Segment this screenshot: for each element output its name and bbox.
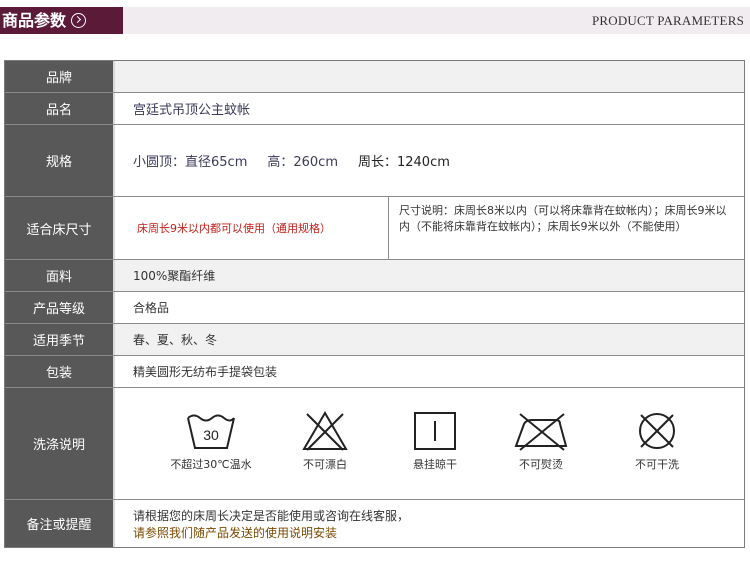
wash-30-icon: 30 (187, 414, 235, 449)
section-header: 商品参数 PRODUCT PARAMETERS (0, 7, 750, 34)
section-title-text: 商品参数 (2, 11, 67, 30)
table-row-remark: 备注或提醒 请根据您的床周长决定是否能使用或咨询在线客服， 请参照我们随产品发送… (5, 500, 744, 547)
care-label: 不可干洗 (635, 458, 679, 471)
row-label: 适用季节 (5, 324, 115, 355)
care-label: 不可熨烫 (519, 458, 563, 471)
spec-perimeter: 周长：1240cm (357, 155, 450, 170)
hang-dry-icon (414, 412, 456, 450)
spec-diameter: 小圆顶：直径65cm (133, 155, 248, 170)
table-row-name: 品名 宫廷式吊顶公主蚊帐 (5, 93, 744, 125)
row-label: 备注或提醒 (5, 500, 115, 547)
product-name-value: 宫廷式吊顶公主蚊帐 (115, 93, 744, 124)
no-dry-clean-icon (639, 413, 675, 449)
care-label: 不超过30℃温水 (170, 458, 252, 471)
care-label: 悬挂晾干 (413, 458, 457, 471)
bed-size-explanation: 尺寸说明：床周长8米以内（可以将床靠背在蚊帐内）；床周长9米以内（不能将床靠背在… (399, 204, 727, 233)
care-item-no-iron: 不可熨烫 (491, 410, 591, 472)
row-label: 面料 (5, 260, 115, 291)
remark-value: 请根据您的床周长决定是否能使用或咨询在线客服， 请参照我们随产品发送的使用说明安… (115, 500, 744, 547)
parameters-table: 品牌 品名 宫廷式吊顶公主蚊帐 规格 小圆顶：直径65cm 高：260cm 周长… (4, 60, 745, 548)
care-label: 不可漂白 (303, 458, 347, 471)
wash-instructions: 30 不超过30℃温水 不可漂白 悬挂晾干 不可熨烫 不可干洗 (115, 388, 744, 499)
row-label: 适合床尺寸 (5, 197, 115, 259)
row-label: 产品等级 (5, 292, 115, 323)
care-item-no-dry-clean: 不可干洗 (607, 410, 707, 472)
table-row-season: 适用季节 春、夏、秋、冬 (5, 324, 744, 356)
table-row-spec: 规格 小圆顶：直径65cm 高：260cm 周长：1240cm (5, 125, 744, 197)
table-row-fabric: 面料 100%聚酯纤维 (5, 260, 744, 292)
section-subtitle: PRODUCT PARAMETERS (591, 13, 744, 28)
season-value: 春、夏、秋、冬 (115, 324, 744, 355)
spec-height: 高：260cm (267, 155, 338, 170)
bed-size-value: 床周长9米以内都可以使用（通用规格） 尺寸说明：床周长8米以内（可以将床靠背在蚊… (115, 197, 744, 259)
table-row-bed-size: 适合床尺寸 床周长9米以内都可以使用（通用规格） 尺寸说明：床周长8米以内（可以… (5, 197, 744, 260)
circle-arrow-icon (71, 13, 87, 28)
table-row-grade: 产品等级 合格品 (5, 292, 744, 324)
table-row-wash: 洗涤说明 30 不超过30℃温水 不可漂白 悬挂晾干 不可熨烫 不可干洗 (5, 388, 744, 500)
package-value: 精美圆形无纺布手提袋包装 (115, 356, 744, 387)
table-row-package: 包装 精美圆形无纺布手提袋包装 (5, 356, 744, 388)
wash-temp-number: 30 (203, 427, 219, 443)
remark-line-1: 请根据您的床周长决定是否能使用或咨询在线客服， (133, 509, 410, 523)
no-iron-icon (514, 413, 568, 451)
care-item-hang-dry: 悬挂晾干 (385, 410, 485, 472)
row-label: 包装 (5, 356, 115, 387)
remark-line-2: 请参照我们随产品发送的使用说明安装 (133, 526, 338, 540)
row-label: 规格 (5, 125, 115, 196)
grade-value: 合格品 (115, 292, 744, 323)
row-label: 品牌 (5, 61, 115, 92)
spec-value: 小圆顶：直径65cm 高：260cm 周长：1240cm (115, 125, 744, 196)
table-row-brand: 品牌 (5, 61, 744, 93)
brand-value (115, 61, 744, 92)
row-label: 品名 (5, 93, 115, 124)
fabric-value: 100%聚酯纤维 (115, 260, 744, 291)
row-label: 洗涤说明 (5, 388, 115, 499)
care-item-no-bleach: 不可漂白 (275, 410, 375, 472)
care-item-wash-30: 30 不超过30℃温水 (161, 410, 261, 472)
no-bleach-icon (302, 411, 348, 451)
bed-size-general: 床周长9米以内都可以使用（通用规格） (115, 197, 389, 259)
section-title: 商品参数 (0, 7, 123, 34)
product-name-text: 宫廷式吊顶公主蚊帐 (133, 103, 251, 118)
